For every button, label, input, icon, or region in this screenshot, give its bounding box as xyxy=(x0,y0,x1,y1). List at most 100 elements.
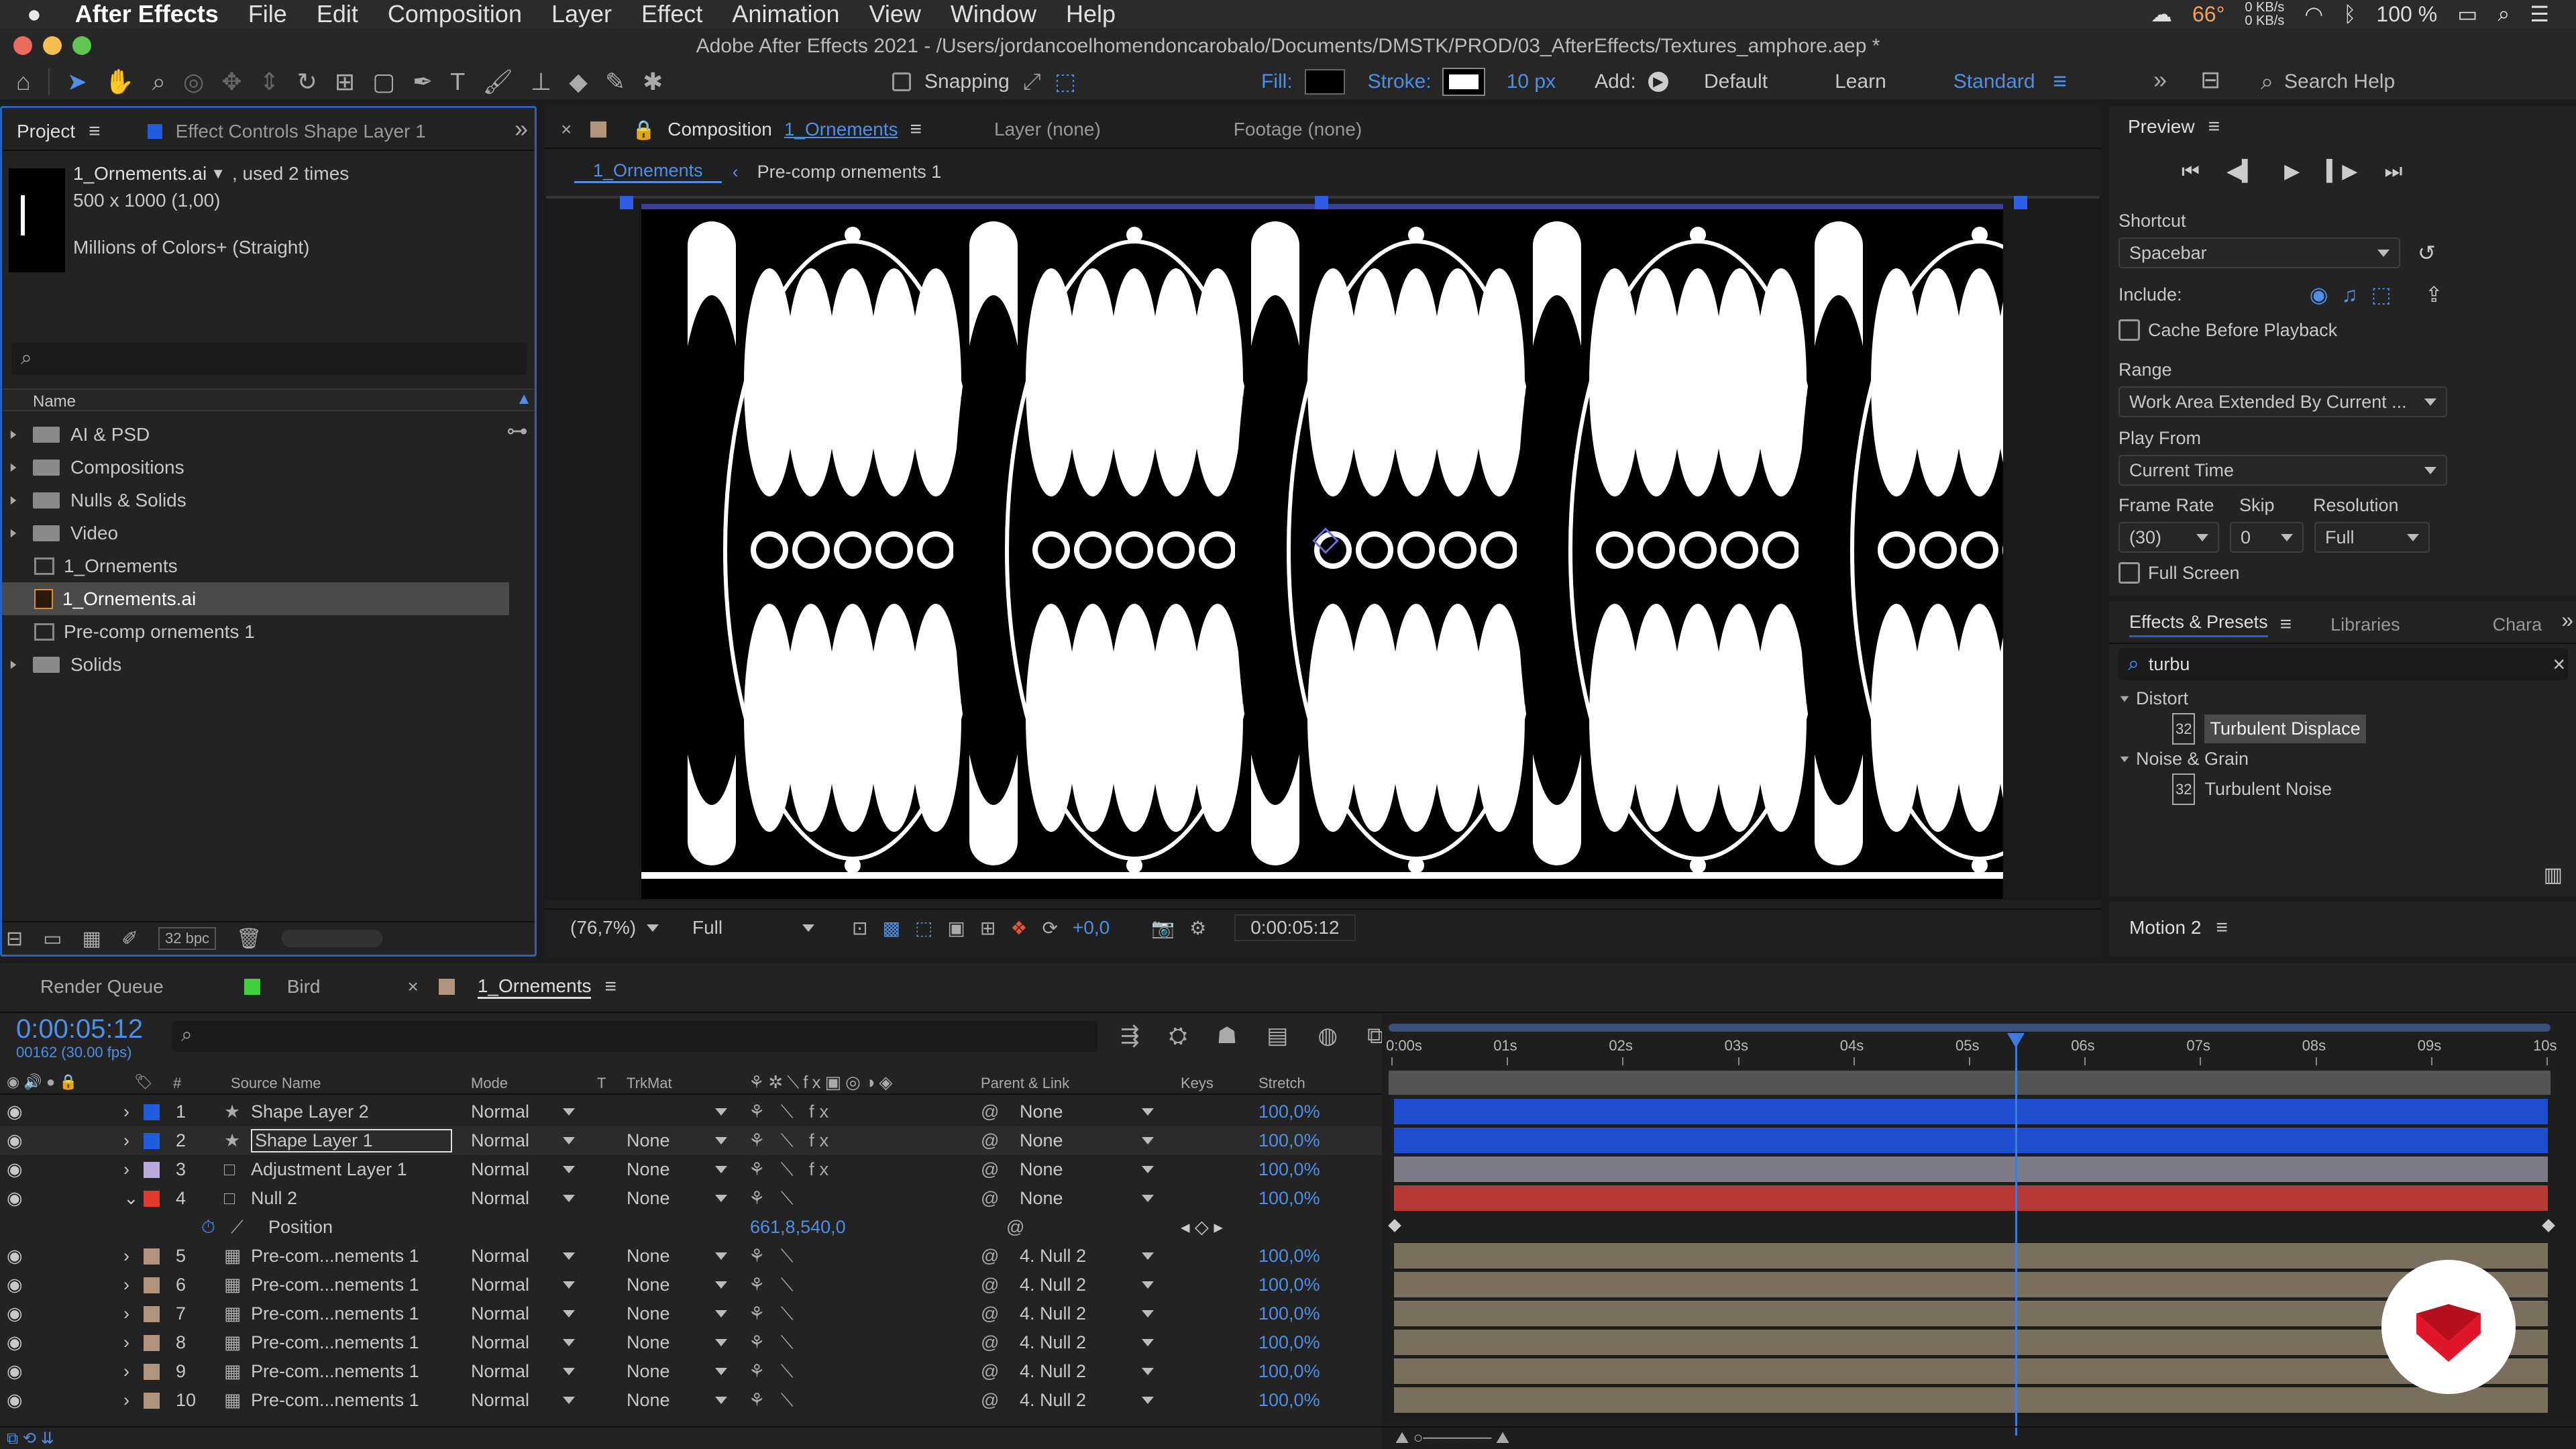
layer-switches-icon[interactable]: ⚘ ⟍ xyxy=(749,1390,799,1411)
stretch-value[interactable]: 100,0% xyxy=(1258,1361,1320,1382)
label-color-swatch[interactable] xyxy=(144,1190,160,1207)
battery-level[interactable]: 100 % xyxy=(2376,2,2437,27)
playfrom-dropdown[interactable]: Current Time xyxy=(2118,455,2447,486)
reset-icon[interactable]: ↺ xyxy=(2418,240,2436,266)
project-item[interactable]: Pre-comp ornements 1 xyxy=(2,615,535,648)
expand-icon[interactable] xyxy=(2120,696,2129,702)
overflow-icon[interactable]: » xyxy=(2153,66,2167,94)
add-icon[interactable]: ▶ xyxy=(1648,72,1668,92)
header-number[interactable]: # xyxy=(173,1075,181,1092)
effect-turbulent-displace[interactable]: Turbulent Displace xyxy=(2204,714,2366,743)
expand-arrow-icon[interactable]: › xyxy=(123,1275,129,1295)
layer-switches-icon[interactable]: ⚘ ⟍ xyxy=(749,1275,799,1296)
layer-duration-bar[interactable] xyxy=(1394,1128,2548,1153)
apple-icon[interactable]: ● xyxy=(27,0,42,28)
effects-search[interactable]: ⌕ turbu × xyxy=(2118,648,2568,680)
chevron-down-icon[interactable]: ▼ xyxy=(211,160,225,187)
layer-name[interactable]: Pre-com...nements 1 xyxy=(251,1390,419,1411)
project-item[interactable]: Video xyxy=(2,517,535,549)
workspace-learn[interactable]: Learn xyxy=(1835,70,1886,93)
layer-name[interactable]: Adjustment Layer 1 xyxy=(251,1159,407,1180)
control-center-icon[interactable]: ☰ xyxy=(2530,1,2549,27)
header-stretch[interactable]: Stretch xyxy=(1258,1075,1305,1092)
snapping-checkbox[interactable] xyxy=(892,72,911,91)
parent-dropdown[interactable]: 4. Null 2 xyxy=(1020,1332,1154,1353)
stretch-value[interactable]: 100,0% xyxy=(1258,1188,1320,1209)
shy-layers-icon[interactable]: ☗ xyxy=(1217,1022,1237,1049)
blend-mode-dropdown[interactable]: Normal xyxy=(471,1275,576,1295)
parent-dropdown[interactable]: 4. Null 2 xyxy=(1020,1361,1154,1382)
project-item[interactable]: Nulls & Solids xyxy=(2,484,535,517)
layer-row[interactable]: ◉ › 3 □ Adjustment Layer 1 Normal None ⚘ ⟍ fx @ N… xyxy=(0,1155,1382,1184)
reset-exposure-icon[interactable]: ⟳ xyxy=(1042,917,1057,939)
comp-flowchart-icon[interactable]: ⇶ xyxy=(1120,1022,1140,1049)
header-trkmat[interactable]: TrkMat xyxy=(627,1075,672,1092)
project-item[interactable]: Solids xyxy=(2,648,535,681)
time-ruler[interactable]: 0:00s 01s 02s 03s 04s 05s 06s 07s 08s 09s 10s xyxy=(1382,1033,2576,1067)
layer-switches-icon[interactable]: ⚘ ⟍ xyxy=(749,1188,799,1210)
trkmat-dropdown[interactable]: None xyxy=(627,1275,727,1295)
pickwhip-icon[interactable]: @ xyxy=(981,1303,999,1324)
close-tab-icon[interactable]: × xyxy=(561,119,572,140)
keyframe-icon[interactable] xyxy=(1388,1219,1401,1232)
snapshot-icon[interactable]: 📷 xyxy=(1151,917,1175,939)
battery-icon[interactable]: ▭ xyxy=(2457,1,2477,27)
eye-icon[interactable]: ◉ xyxy=(7,1159,23,1180)
tools-panel-icon[interactable]: ⊟ xyxy=(2200,66,2220,94)
exposure-value[interactable]: +0,0 xyxy=(1073,917,1110,938)
eye-icon[interactable]: ◉ xyxy=(7,1332,23,1353)
expand-arrow-icon[interactable] xyxy=(2,462,25,474)
new-comp-icon[interactable]: ▦ xyxy=(83,927,101,951)
region-icon[interactable]: ⊡ xyxy=(852,917,867,939)
playhead[interactable] xyxy=(2006,1033,2025,1436)
stroke-width[interactable]: 10 px xyxy=(1507,70,1556,93)
skip-dropdown[interactable]: 0 xyxy=(2230,522,2304,553)
parent-dropdown[interactable]: None xyxy=(1020,1102,1154,1122)
spotlight-icon[interactable]: ⌕ xyxy=(2498,1,2510,27)
blend-mode-dropdown[interactable]: Normal xyxy=(471,1390,576,1411)
network-meter[interactable]: 0 KB/s 0 KB/s xyxy=(2245,1,2284,28)
layer-duration-bar[interactable] xyxy=(1394,1099,2548,1124)
rotate-tool-icon[interactable]: ↻ xyxy=(297,68,317,96)
parent-dropdown[interactable]: 4. Null 2 xyxy=(1020,1303,1154,1324)
tab-menu-icon[interactable]: ≡ xyxy=(910,118,922,141)
pickwhip-icon[interactable]: @ xyxy=(981,1159,999,1180)
motion-title[interactable]: Motion 2 xyxy=(2129,917,2201,938)
project-item[interactable]: 1_Ornements.ai xyxy=(2,582,509,615)
delete-icon[interactable]: 🗑 xyxy=(236,927,262,951)
layer-row[interactable]: ◉ › 6 ▦ Pre-com...nements 1 Normal None ⚘ ⟍ @4. … xyxy=(0,1271,1382,1299)
tab-project[interactable]: Project xyxy=(17,121,75,142)
label-color-swatch[interactable] xyxy=(144,1305,160,1322)
layer-row[interactable]: ◉ › 8 ▦ Pre-com...nements 1 Normal None ⚘ ⟍ @4. … xyxy=(0,1328,1382,1357)
new-folder-icon[interactable]: ▭ xyxy=(43,927,62,951)
header-t[interactable]: T xyxy=(597,1075,606,1092)
layer-switches-icon[interactable]: ⚘ ⟍ xyxy=(749,1303,799,1325)
trkmat-dropdown[interactable]: None xyxy=(627,1332,727,1353)
expand-arrow-icon[interactable]: › xyxy=(123,1130,129,1151)
channel-icon[interactable]: ❖ xyxy=(1010,917,1027,939)
blend-mode-dropdown[interactable]: Normal xyxy=(471,1332,576,1353)
panel-menu-icon[interactable]: ≡ xyxy=(2208,115,2220,138)
clear-search-icon[interactable]: × xyxy=(2553,652,2565,677)
graph-icon[interactable]: ⟋ xyxy=(231,1217,244,1238)
eye-icon[interactable]: ◉ xyxy=(7,1188,23,1209)
tab-render-queue[interactable]: Render Queue xyxy=(40,976,164,998)
stretch-value[interactable]: 100,0% xyxy=(1258,1390,1320,1411)
expand-arrow-icon[interactable]: › xyxy=(123,1390,129,1411)
wifi-icon[interactable]: ◠ xyxy=(2304,1,2323,27)
crumb-precomp[interactable]: Pre-comp ornements 1 xyxy=(749,162,950,182)
tab-menu-icon[interactable]: ≡ xyxy=(604,975,616,998)
parent-dropdown[interactable]: 4. Null 2 xyxy=(1020,1275,1154,1295)
comp-viewer[interactable] xyxy=(545,196,2101,900)
snap-box-icon[interactable]: ⬚ xyxy=(1055,68,1076,95)
layer-duration-bar[interactable] xyxy=(1394,1358,2548,1384)
pan-tool-icon[interactable]: ✥ xyxy=(221,68,241,96)
layer-switches-icon[interactable]: ⚘ ⟍ fx xyxy=(749,1159,834,1181)
blend-mode-dropdown[interactable]: Normal xyxy=(471,1188,576,1209)
layer-duration-bar[interactable] xyxy=(1394,1185,2548,1211)
scroll-slider[interactable] xyxy=(282,930,383,947)
draft-3d-icon[interactable]: ⛭ xyxy=(1169,1023,1187,1049)
layer-duration-bar[interactable] xyxy=(1394,1301,2548,1326)
trkmat-dropdown[interactable] xyxy=(627,1108,727,1116)
next-frame-icon[interactable]: ▍▶ xyxy=(2326,160,2357,183)
